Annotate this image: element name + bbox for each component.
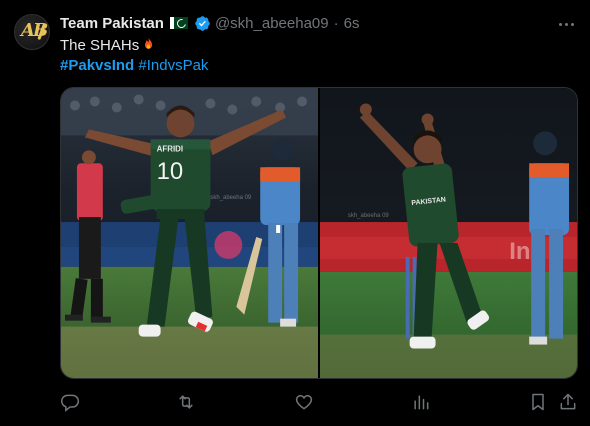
hashtags: #PakvsInd #IndvsPak bbox=[60, 56, 208, 76]
flag-icon bbox=[169, 17, 188, 29]
photo-1[interactable]: AFRIDI 10 skh_abeeha 09 bbox=[61, 88, 318, 378]
fire-icon bbox=[140, 36, 157, 56]
more-icon[interactable] bbox=[556, 14, 576, 34]
verified-icon[interactable] bbox=[194, 15, 211, 32]
display-name[interactable]: Team Pakistan bbox=[60, 15, 164, 32]
watermark-text: skh_abeeha 09 bbox=[348, 213, 390, 219]
separator: · bbox=[333, 14, 339, 32]
hashtag-link[interactable]: #PakvsInd bbox=[60, 57, 134, 74]
jersey-name-text: AFRIDI bbox=[157, 144, 184, 153]
avatar[interactable]: AB bbox=[14, 14, 50, 50]
photo-2[interactable]: In PAKISTAN skh_abeeha 09 bbox=[320, 88, 577, 378]
media-grid[interactable]: AFRIDI 10 skh_abeeha 09 In PAKISTAN skh_… bbox=[60, 87, 578, 379]
reply-icon[interactable] bbox=[60, 392, 80, 412]
jersey-number-text: 10 bbox=[157, 158, 184, 185]
hashtag-link[interactable]: #IndvsPak bbox=[138, 57, 208, 74]
svg-text:In: In bbox=[509, 238, 530, 265]
tweet[interactable]: AB Team Pakistan @skh_abeeha09 · 6s The … bbox=[0, 0, 590, 426]
watermark-text: skh_abeeha 09 bbox=[210, 195, 252, 201]
tweet-text-body: The SHAHs bbox=[60, 37, 140, 54]
like-icon[interactable] bbox=[294, 392, 314, 412]
views-icon[interactable] bbox=[411, 392, 431, 412]
tweet-text: The SHAHs bbox=[60, 36, 157, 56]
tweet-header: Team Pakistan @skh_abeeha09 · 6s bbox=[60, 13, 359, 33]
tweet-actions bbox=[60, 388, 578, 416]
timestamp[interactable]: 6s bbox=[344, 15, 360, 32]
retweet-icon[interactable] bbox=[176, 392, 196, 412]
handle[interactable]: @skh_abeeha09 bbox=[215, 15, 329, 32]
bookmark-icon[interactable] bbox=[528, 392, 548, 412]
share-icon[interactable] bbox=[558, 392, 578, 412]
